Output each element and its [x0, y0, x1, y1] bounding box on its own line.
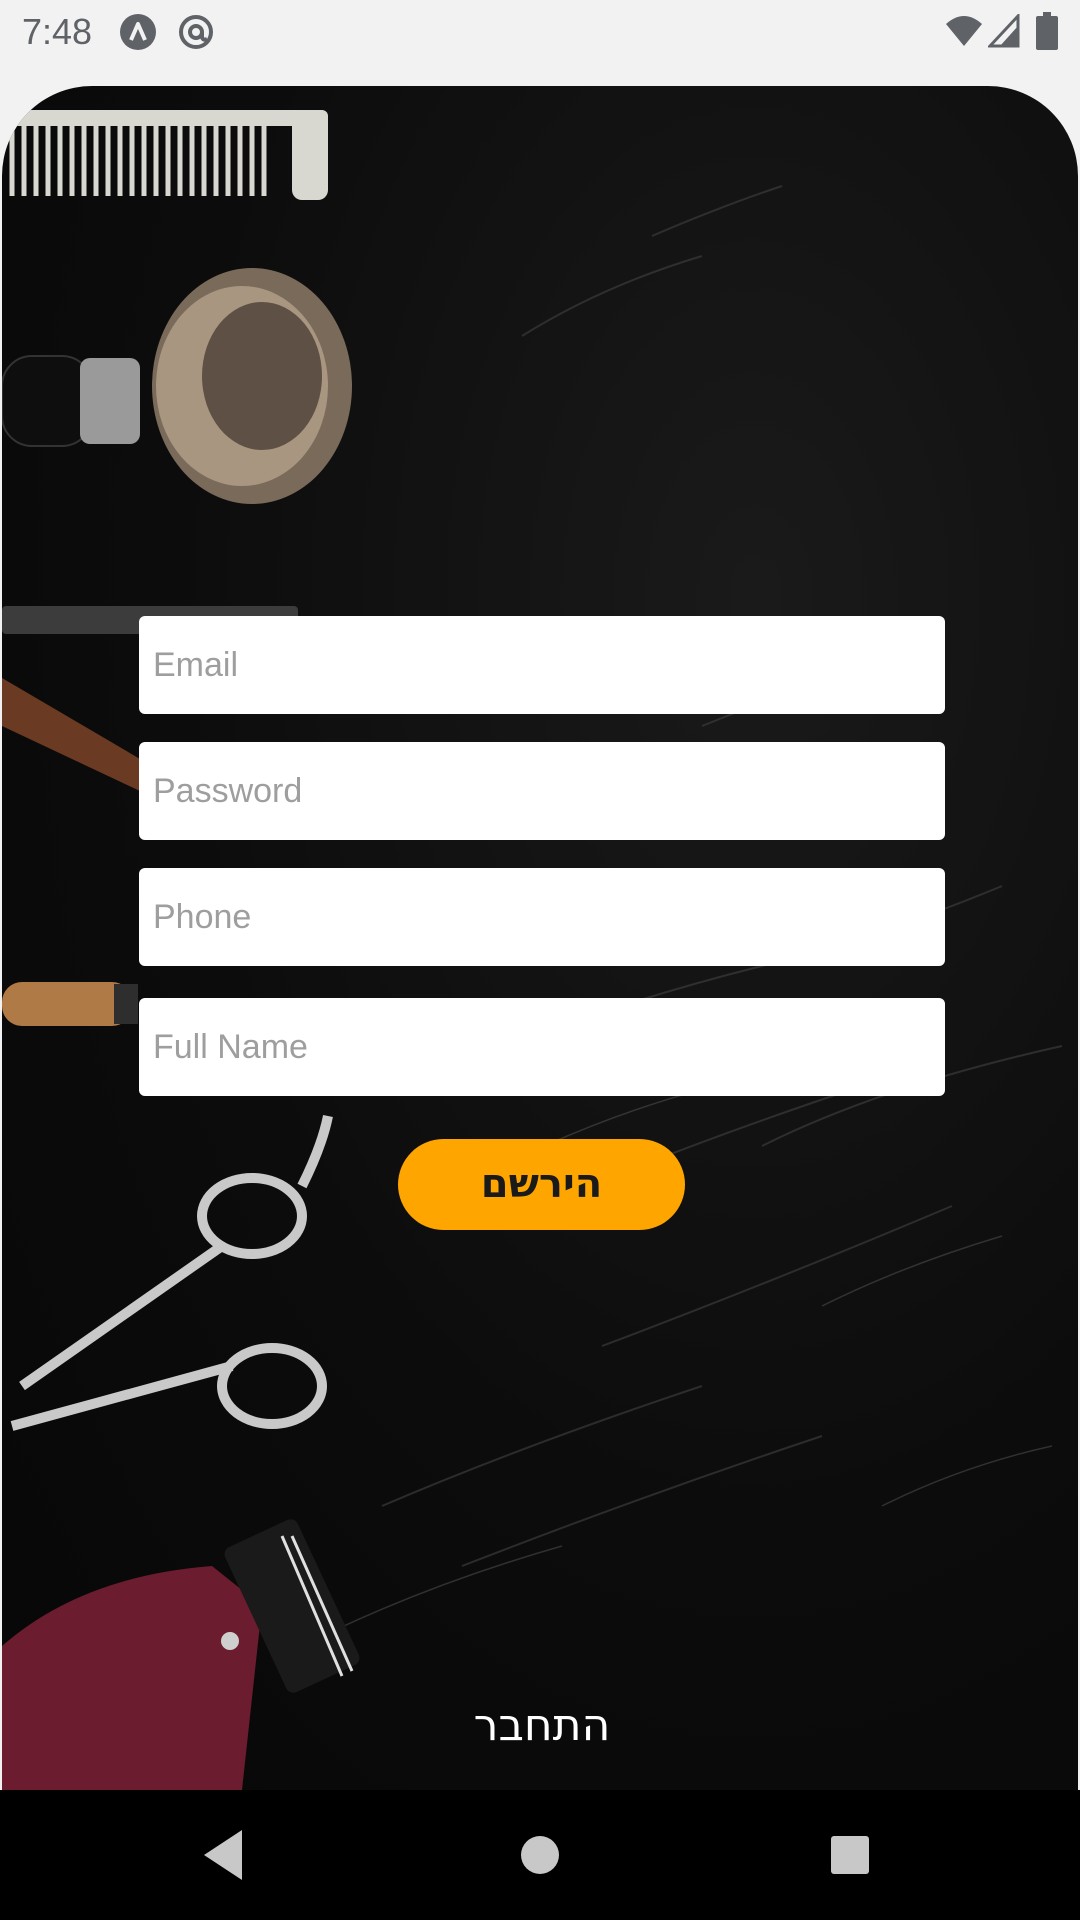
app-notification-a-icon	[120, 14, 156, 50]
app-notification-at-icon	[179, 15, 213, 49]
email-field[interactable]	[139, 616, 945, 714]
recents-icon[interactable]	[790, 1790, 910, 1920]
cellular-signal-icon	[988, 14, 1020, 48]
brush-handle-image	[2, 982, 138, 1026]
status-time: 7:48	[22, 11, 93, 52]
password-field[interactable]	[139, 742, 945, 840]
battery-icon	[1036, 12, 1058, 50]
register-button[interactable]: הירשם	[398, 1139, 685, 1230]
clipper-image	[2, 1519, 360, 1790]
home-icon[interactable]	[480, 1790, 600, 1920]
navigation-bar	[0, 1790, 1080, 1920]
phone-field[interactable]	[139, 868, 945, 966]
scissors-image	[10, 1114, 333, 1431]
login-link[interactable]: התחבר	[392, 1696, 692, 1756]
back-icon[interactable]	[166, 1790, 286, 1920]
comb-image	[2, 110, 328, 200]
wifi-icon	[946, 16, 982, 46]
shaving-brush-image	[2, 268, 352, 504]
status-bar: 7:48	[0, 0, 1080, 64]
register-screen: הירשם התחבר	[2, 86, 1078, 1790]
full-name-field[interactable]	[139, 998, 945, 1096]
